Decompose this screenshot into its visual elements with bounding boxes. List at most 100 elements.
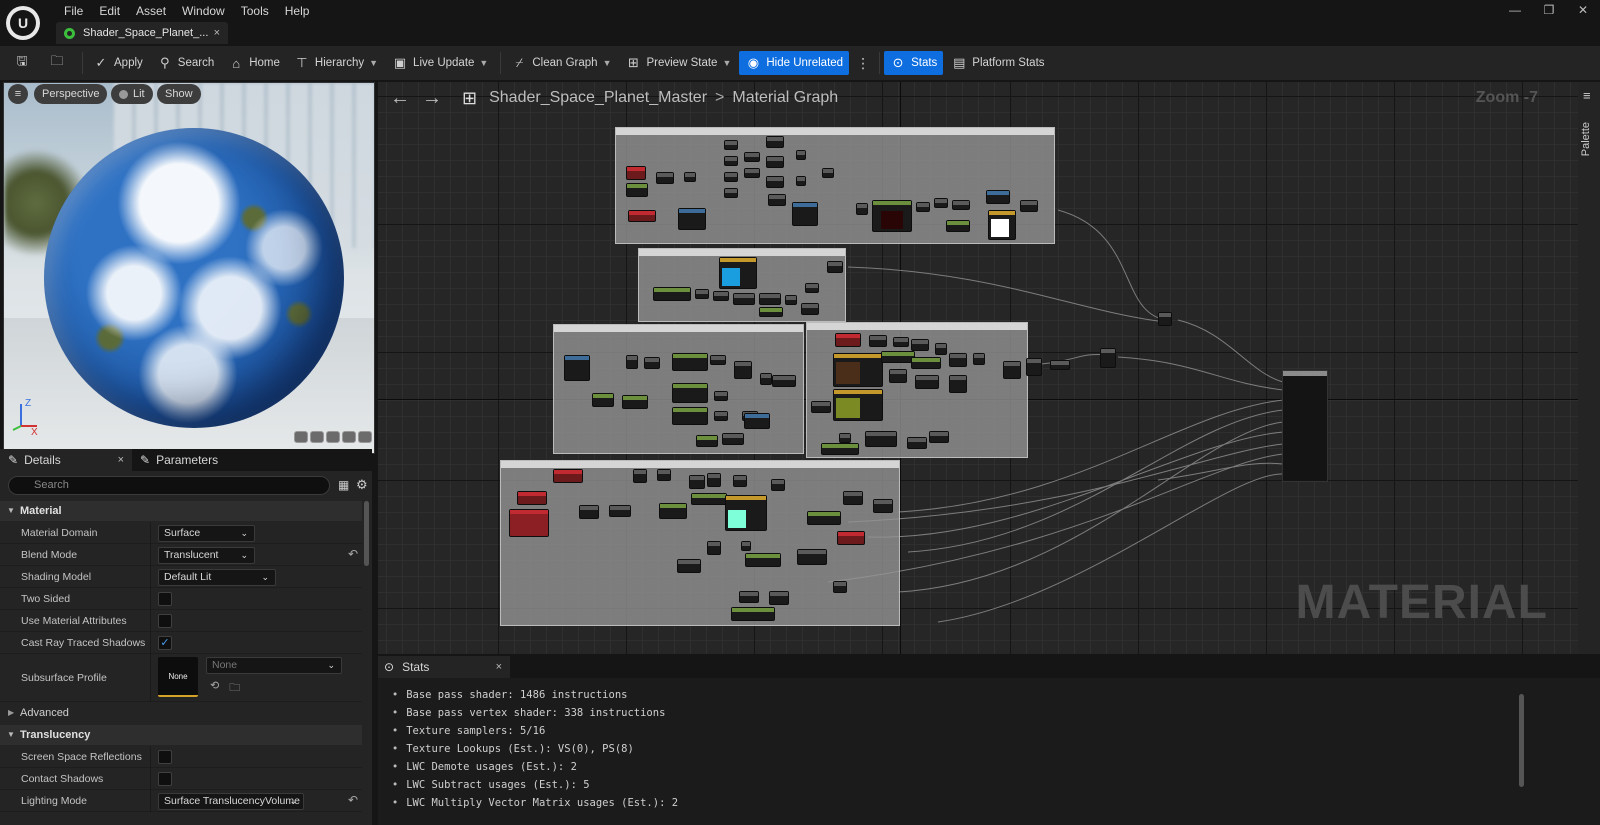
preview-state-button[interactable]: ⊞ Preview State ▼ — [619, 51, 737, 75]
graph-node[interactable] — [949, 353, 967, 367]
graph-node[interactable] — [792, 202, 818, 226]
graph-node[interactable] — [766, 176, 784, 188]
palette-menu-icon[interactable]: ≡ — [1583, 88, 1591, 103]
graph-node[interactable] — [833, 581, 847, 593]
graph-node[interactable] — [644, 357, 660, 369]
close-window-button[interactable]: ✕ — [1566, 0, 1600, 20]
use-material-attributes-checkbox[interactable] — [158, 614, 172, 628]
graph-node[interactable] — [772, 375, 796, 387]
sphere-preview-icon[interactable] — [310, 431, 324, 443]
forward-arrow-icon[interactable]: → — [422, 88, 442, 108]
close-icon[interactable]: × — [118, 454, 124, 466]
hierarchy-icon[interactable]: ⊞ — [462, 88, 477, 109]
menu-file[interactable]: File — [56, 2, 91, 20]
tab-parameters[interactable]: ✎ Parameters — [132, 449, 226, 471]
graph-node[interactable] — [822, 168, 834, 178]
graph-node[interactable] — [741, 541, 751, 551]
reset-to-default-icon[interactable]: ↶ — [348, 793, 358, 807]
close-icon[interactable]: × — [496, 661, 502, 673]
save-button[interactable]: 🖫 — [8, 51, 41, 75]
graph-node[interactable] — [744, 413, 770, 429]
graph-node[interactable] — [911, 339, 929, 351]
use-selected-icon[interactable]: ⟲ — [210, 679, 219, 698]
graph-node[interactable] — [656, 172, 674, 184]
plane-preview-icon[interactable] — [326, 431, 340, 443]
graph-node[interactable] — [771, 479, 785, 491]
menu-asset[interactable]: Asset — [128, 2, 174, 20]
graph-node[interactable] — [843, 491, 863, 505]
graph-node[interactable] — [797, 549, 827, 565]
graph-node[interactable] — [725, 495, 767, 531]
graph-node[interactable] — [856, 203, 868, 215]
graph-node[interactable] — [719, 257, 757, 289]
graph-node[interactable] — [833, 353, 883, 387]
search-button[interactable]: ⚲ Search — [151, 51, 220, 75]
cylinder-preview-icon[interactable] — [294, 431, 308, 443]
live-update-button[interactable]: ▣ Live Update ▼ — [386, 51, 494, 75]
graph-node[interactable] — [916, 202, 930, 212]
unreal-logo-icon[interactable]: U — [6, 6, 40, 40]
apply-button[interactable]: ✓ Apply — [87, 51, 149, 75]
comment-group-2[interactable] — [638, 248, 846, 322]
graph-node[interactable] — [739, 591, 759, 603]
graph-node[interactable] — [710, 355, 726, 365]
graph-node[interactable] — [952, 200, 970, 210]
graph-node[interactable] — [626, 355, 638, 369]
graph-node[interactable] — [564, 355, 590, 381]
graph-node[interactable] — [911, 357, 941, 369]
graph-node[interactable] — [769, 591, 789, 605]
graph-node[interactable] — [724, 140, 738, 150]
graph-node[interactable] — [837, 531, 865, 545]
material-domain-dropdown[interactable]: Surface ⌄ — [158, 525, 255, 542]
back-arrow-icon[interactable]: ← — [390, 88, 410, 108]
graph-node[interactable] — [821, 443, 859, 455]
graph-node[interactable] — [553, 469, 583, 483]
graph-node[interactable] — [946, 220, 970, 232]
graph-node[interactable] — [766, 136, 784, 148]
graph-node[interactable] — [973, 353, 985, 365]
gear-icon[interactable]: ⚙ — [356, 477, 368, 493]
blend-mode-dropdown[interactable]: Translucent ⌄ — [158, 547, 255, 564]
graph-node[interactable] — [657, 469, 671, 481]
palette-tab[interactable]: Palette — [1580, 122, 1598, 156]
graph-node[interactable] — [759, 307, 783, 317]
category-material[interactable]: ▼ Material — [0, 501, 362, 521]
graph-node[interactable] — [696, 435, 718, 447]
graph-node[interactable] — [592, 393, 614, 407]
comment-group-5[interactable] — [500, 460, 900, 626]
graph-node[interactable] — [744, 168, 760, 178]
graph-node[interactable] — [889, 369, 907, 383]
graph-node[interactable] — [731, 607, 775, 621]
graph-node[interactable] — [609, 505, 631, 517]
lit-button[interactable]: Lit — [111, 84, 153, 104]
viewport-menu-button[interactable]: ≡ — [8, 84, 28, 104]
menu-edit[interactable]: Edit — [91, 2, 128, 20]
tab-details[interactable]: ✎ Details × — [0, 449, 132, 471]
graph-node[interactable] — [949, 375, 967, 393]
graph-node[interactable] — [724, 188, 738, 198]
graph-node[interactable] — [827, 261, 843, 273]
more-options-icon[interactable]: ⋮ — [851, 55, 875, 72]
graph-node[interactable] — [1100, 348, 1116, 368]
graph-node[interactable] — [869, 335, 887, 347]
breadcrumb-asset[interactable]: Shader_Space_Planet_Master — [489, 89, 707, 107]
graph-node[interactable] — [915, 375, 939, 389]
minimize-button[interactable]: — — [1498, 0, 1532, 20]
details-scrollbar[interactable] — [364, 501, 369, 566]
graph-node[interactable] — [659, 503, 687, 519]
graph-node[interactable] — [839, 433, 851, 443]
comment-group-1[interactable] — [615, 127, 1055, 244]
graph-node[interactable] — [678, 208, 706, 230]
details-search-input[interactable]: Search — [8, 476, 330, 495]
graph-node[interactable] — [785, 295, 797, 305]
graph-node[interactable] — [760, 373, 772, 385]
document-tab[interactable]: Shader_Space_Planet_... × — [56, 22, 228, 44]
hierarchy-button[interactable]: ⊤ Hierarchy ▼ — [288, 51, 384, 75]
cube-preview-icon[interactable] — [342, 431, 356, 443]
graph-node[interactable] — [695, 289, 709, 299]
category-advanced[interactable]: ▶ Advanced — [0, 703, 362, 723]
graph-node[interactable] — [1026, 358, 1042, 376]
graph-node[interactable] — [689, 475, 705, 489]
graph-node[interactable] — [677, 559, 701, 573]
graph-node[interactable] — [766, 156, 784, 168]
